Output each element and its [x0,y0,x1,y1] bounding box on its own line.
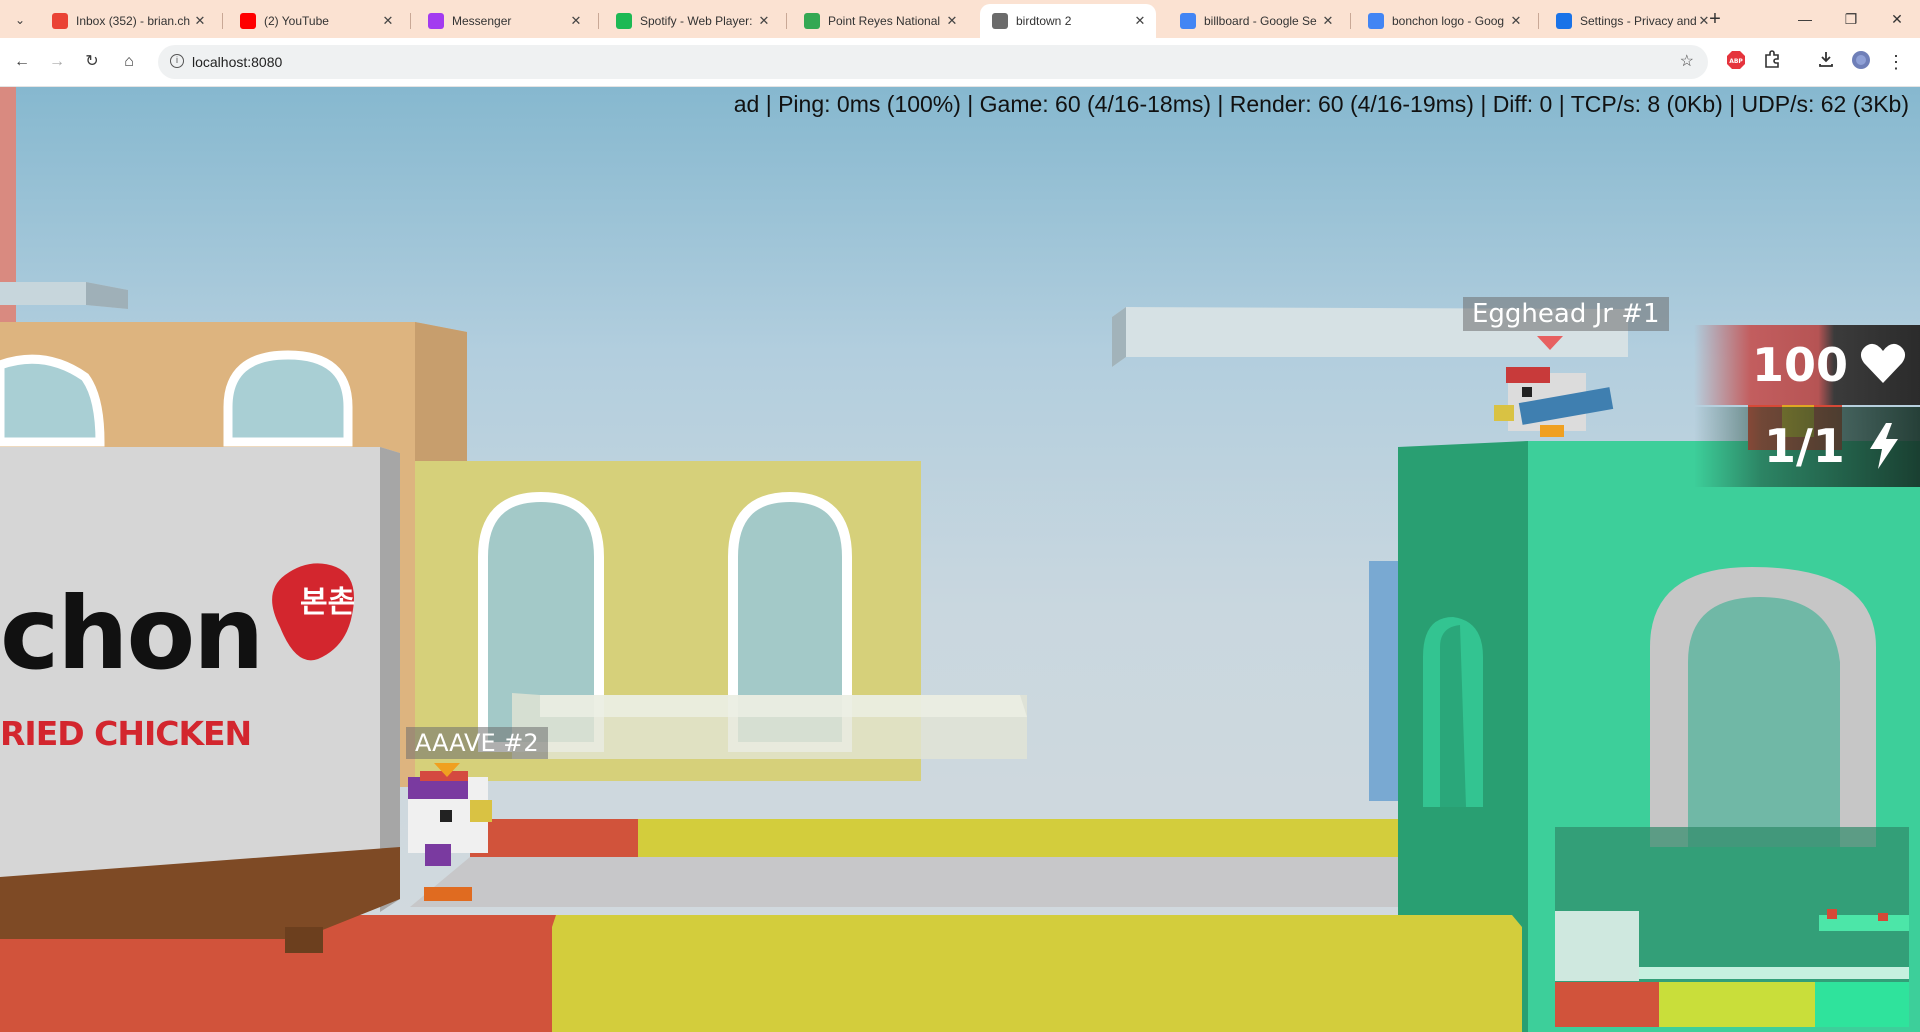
tab-separator [1538,13,1539,29]
youtube-icon [240,13,256,29]
red-floor-strip [470,819,642,857]
close-tab-icon[interactable]: ✕ [192,13,208,29]
forward-button[interactable]: → [45,50,69,74]
browser-tab[interactable]: Point Reyes National ✕ [792,6,968,36]
gray-walkway [410,857,1430,907]
bookmark-star-icon[interactable]: ☆ [1680,45,1694,79]
browser-tab[interactable]: (2) YouTube ✕ [228,6,404,36]
browser-tab[interactable]: Inbox (352) - brian.ch ✕ [40,6,216,36]
extensions-puzzle-icon[interactable] [1760,50,1784,74]
minimap-player-marker [1827,909,1837,919]
browser-tab-title: bonchon logo - Goog [1392,14,1505,28]
close-tab-icon[interactable]: ✕ [1132,13,1148,29]
player-tag-egghead: Egghead Jr #1 [1463,297,1669,331]
yellow-bench-mid [638,819,1402,859]
home-button[interactable]: ⌂ [117,50,141,74]
hud-health-panel: 100 [1694,325,1920,405]
browser-tab[interactable]: Messenger ✕ [416,6,592,36]
player-marker-aaave [434,763,460,777]
billboard-side [380,447,400,912]
site-info-icon[interactable]: i [170,54,184,68]
player-tag-aaave: AAAVE #2 [406,727,548,759]
minimap [1555,827,1909,1027]
tab-separator [1350,13,1351,29]
arch-doorway-opening [1688,597,1840,847]
tab-search-button[interactable]: ⌄ [8,8,32,32]
close-tab-icon[interactable]: ✕ [1508,13,1524,29]
arrow-left-icon: ← [14,53,30,70]
player-marker-egghead [1537,336,1563,350]
chevron-down-icon: ⌄ [14,13,26,27]
tab-separator [786,13,787,29]
billboard-brand-text: chon [0,575,264,692]
google-icon [1180,13,1196,29]
browser-tab-title: billboard - Google Se [1204,14,1317,28]
browser-tab-title: Inbox (352) - brian.ch [76,14,191,28]
browser-tab-title: Messenger [452,14,512,28]
close-tab-icon[interactable]: ✕ [568,13,584,29]
billboard-subtitle: RIED CHICKEN [0,714,252,753]
floating-slab-right-side [1112,307,1126,367]
blue-post [1369,561,1399,801]
url-text[interactable]: localhost:8080 [192,45,282,79]
tab-separator [222,13,223,29]
billboard-post [285,927,323,953]
new-tab-button[interactable]: + [1703,7,1727,31]
close-tab-icon[interactable]: ✕ [944,13,960,29]
yellow-bench-front [552,915,1522,1032]
tan-window-2 [223,350,353,447]
reload-button[interactable]: ↻ [80,50,104,74]
birdtown-icon [992,13,1008,29]
spotify-icon [616,13,632,29]
browser-tab-title: Settings - Privacy and [1580,14,1696,28]
browser-tab[interactable]: birdtown 2 ✕ [980,4,1156,38]
browser-toolbar: ← → ↻ ⌂ i localhost:8080 ☆ ABP ⋮ [0,38,1920,87]
close-tab-icon[interactable]: ✕ [380,13,396,29]
floating-slab-center-top [540,695,1027,717]
hud-ammo-panel: 1/1 [1694,407,1920,487]
adblock-extension-icon[interactable]: ABP [1724,50,1748,74]
browser-tab-strip: ⌄ Inbox (352) - brian.ch ✕ (2) YouTube ✕ Mes… [0,0,1920,38]
reload-icon: ↻ [85,53,99,70]
network-debug-stats: ad | Ping: 0ms (100%) | Game: 60 (4/16-1… [733,91,1909,117]
ammo-count: 1/1 [1764,419,1845,473]
browser-tab[interactable]: billboard - Google Se ✕ [1168,6,1344,36]
browser-tab[interactable]: Spotify - Web Player: ✕ [604,6,780,36]
minimize-button[interactable]: — [1782,0,1828,38]
browser-menu-icon[interactable]: ⋮ [1884,50,1908,74]
tan-window-1 [0,354,105,447]
close-window-button[interactable]: ✕ [1874,0,1920,38]
browser-tab-title: Point Reyes National [828,14,941,28]
address-bar[interactable]: i localhost:8080 ☆ [158,45,1708,79]
maps-pin-icon [804,13,820,29]
arrow-right-icon: → [49,53,65,70]
back-button[interactable]: ← [10,50,34,74]
restore-button[interactable]: ❐ [1828,0,1874,38]
lightning-bolt-icon [1870,423,1898,469]
browser-tab-title: (2) YouTube [264,14,329,28]
gmail-icon [52,13,68,29]
profile-avatar[interactable] [1849,50,1873,74]
tab-separator [598,13,599,29]
billboard-korean-logo: 본촌 [300,585,356,620]
tab-separator [410,13,411,29]
google-icon [1368,13,1384,29]
browser-tab[interactable]: bonchon logo - Goog ✕ [1356,6,1532,36]
download-icon[interactable] [1814,50,1838,74]
home-icon: ⌂ [124,53,134,70]
floating-slab-left-side [86,282,128,309]
svg-text:ABP: ABP [1729,58,1743,65]
health-value: 100 [1752,338,1849,392]
browser-tab-title: birdtown 2 [1016,14,1072,28]
browser-tab-title: Spotify - Web Player: [640,14,753,28]
settings-gear-icon [1556,13,1572,29]
browser-tab[interactable]: Settings - Privacy and ✕ [1544,6,1720,36]
close-tab-icon[interactable]: ✕ [756,13,772,29]
close-tab-icon[interactable]: ✕ [1320,13,1336,29]
game-viewport[interactable]: chon 본촌 RIED CHICKEN ad | Ping: 0ms (100… [0,87,1920,1032]
messenger-icon [428,13,444,29]
player-chicken-egghead [1494,367,1614,437]
heart-icon [1860,343,1906,383]
